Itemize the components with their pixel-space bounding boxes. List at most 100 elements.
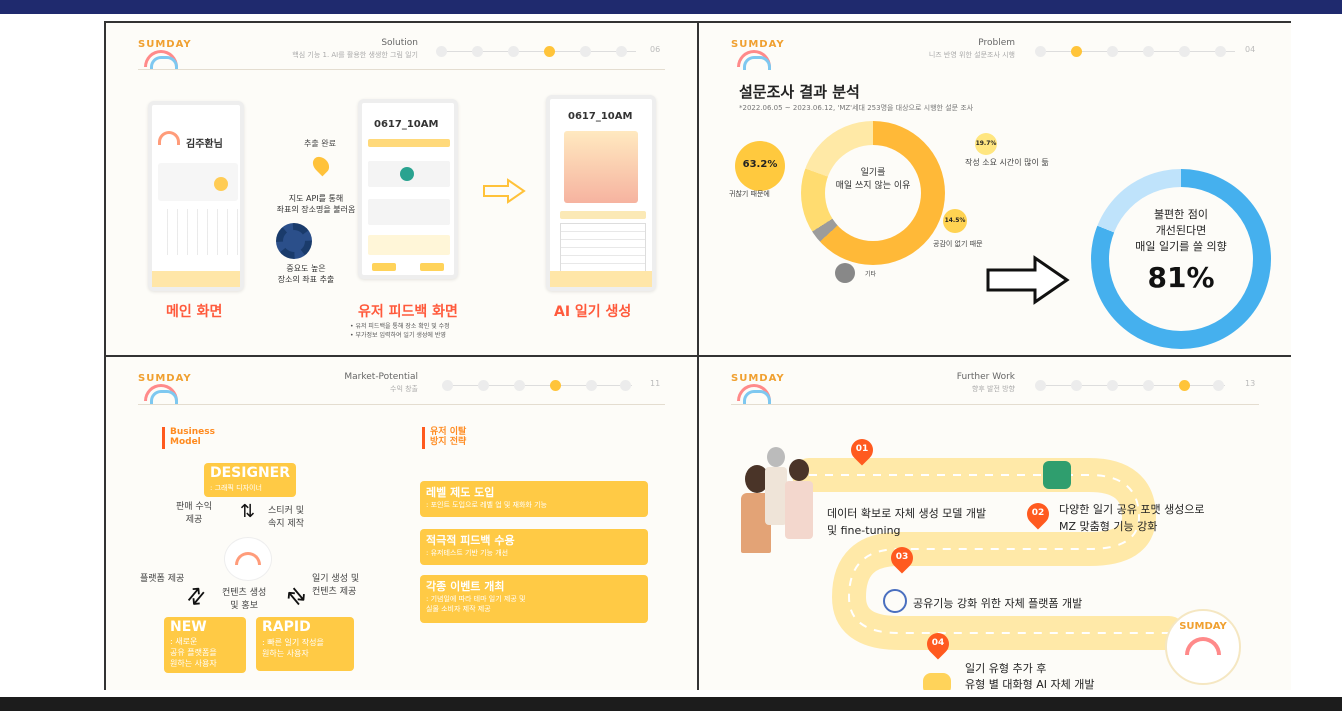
page-number: 04 bbox=[1245, 45, 1256, 54]
slide-problem[interactable]: SUMDAY Problem 니즈 반영 위한 설문조사 시행 04 설문조사 … bbox=[699, 23, 1291, 355]
page-number: 06 bbox=[650, 45, 661, 54]
gear-icon bbox=[276, 223, 312, 259]
user-name: 김주환님 bbox=[186, 139, 223, 150]
sumday-badge: SUMDAY bbox=[1165, 609, 1241, 685]
rainbow-icon bbox=[737, 50, 771, 70]
strategy-item: 레벨 제도 도입 : 포인트 도입으로 레벨 업 및 재화화 기능 bbox=[420, 481, 648, 517]
phone-main-screen: 김주환님 bbox=[148, 101, 244, 291]
pct-bubble-other bbox=[835, 263, 855, 283]
play-icon[interactable] bbox=[214, 177, 228, 191]
caption-ai: AI 일기 생성 bbox=[554, 304, 632, 320]
pct-bubble-19: 19.7% bbox=[975, 133, 997, 155]
map-api-label: 지도 API를 통해 좌표의 장소명을 불러옴 bbox=[276, 194, 356, 214]
step-1-text: 데이터 확보로 자체 생성 모델 개발 및 fine-tuning bbox=[827, 507, 987, 537]
up-down-arrows-icon: ⇅ bbox=[240, 501, 256, 522]
diagonal-arrows-left-icon: ⇅ bbox=[180, 581, 211, 614]
sumday-logo: SUMDAY bbox=[731, 39, 784, 70]
strategy-item: 각종 이벤트 개최 : 기념일에 따라 테마 일기 제공 및 실물 소비자 제작… bbox=[420, 575, 648, 623]
progress-dots bbox=[1035, 44, 1235, 58]
right-arrow-icon bbox=[483, 178, 526, 204]
step-3-text: 공유기능 강화 위한 자체 플랫폼 개발 bbox=[913, 597, 1083, 610]
pct-bubble-14: 14.5% bbox=[943, 209, 967, 233]
rainbow-icon bbox=[144, 384, 178, 404]
caption-main: 메인 화면 bbox=[166, 304, 223, 320]
progress-dots bbox=[436, 44, 636, 58]
window-top-bar bbox=[0, 0, 1342, 14]
platform-fee-label: 플랫폼 제공 bbox=[140, 574, 185, 584]
feedback-bullet-1: • 유저 피드백을 통해 장소 확인 및 수정 bbox=[350, 323, 450, 330]
divider bbox=[138, 404, 665, 405]
share-icons bbox=[1043, 461, 1071, 489]
reasons-donut-chart: 일기를 매일 쓰지 않는 이유 bbox=[801, 121, 945, 265]
strategy-item: 적극적 피드백 수용 : 유저테스트 기반 기능 개선 bbox=[420, 529, 648, 565]
people-illustration bbox=[737, 447, 817, 573]
logo-text: SUMDAY bbox=[731, 39, 785, 50]
reason-3-label: 공감이 없기 때문 bbox=[933, 240, 983, 248]
diary-text bbox=[560, 223, 646, 273]
sumday-center-logo bbox=[224, 537, 272, 581]
step-number: 04 bbox=[931, 638, 945, 648]
next-button[interactable] bbox=[420, 263, 444, 271]
caption-feedback: 유저 피드백 화면 bbox=[358, 304, 458, 320]
reason-1-label: 귀찮기 때문에 bbox=[729, 190, 770, 198]
strategy-label: 유저 이탈 방지 전략 bbox=[430, 427, 467, 447]
designer-box: DESIGNER : 그래픽 디자이너 bbox=[204, 463, 296, 497]
os-taskbar bbox=[0, 697, 1342, 711]
rapid-user-box: RAPID : 빠른 일기 작성을 원하는 사용자 bbox=[256, 617, 354, 671]
slide-subtitle: 수익 창출 bbox=[390, 385, 418, 393]
rainbow-icon bbox=[158, 131, 180, 145]
chatbot-icon bbox=[923, 673, 951, 690]
section-heading: 설문조사 결과 분석 bbox=[739, 83, 860, 101]
slide-subtitle: 핵심 기능 1. AI를 활용한 생생한 그림 일기 bbox=[292, 51, 418, 59]
donut-center-label: 일기를 매일 쓰지 않는 이유 bbox=[835, 168, 911, 191]
ai-illustration bbox=[564, 131, 638, 203]
logo-text: SUMDAY bbox=[138, 39, 192, 50]
pct-bubble-63: 63.2% bbox=[735, 141, 785, 191]
divider bbox=[138, 69, 665, 70]
reason-4-label: 기타 bbox=[865, 271, 877, 278]
ring-label: 불편한 점이 개선된다면 매일 일기를 쓸 의향 bbox=[1135, 208, 1227, 253]
extract-done-label: 추출 완료 bbox=[304, 139, 336, 148]
bottom-toolbar bbox=[550, 271, 652, 287]
step-number: 01 bbox=[855, 444, 869, 454]
social-icons bbox=[883, 589, 907, 613]
survey-note: *2022.06.05 ~ 2023.06.12, 'MZ'세대 253명을 대… bbox=[739, 104, 974, 112]
phone-ai-diary-screen: 0617_10AM bbox=[546, 95, 656, 291]
phone-time: 0617_10AM bbox=[374, 119, 439, 130]
logo-text: SUMDAY bbox=[138, 373, 192, 384]
sumday-logo: SUMDAY bbox=[138, 373, 191, 404]
business-model-label: Business Model bbox=[170, 427, 215, 447]
phone-feedback-screen: 0617_10AM bbox=[358, 99, 458, 279]
diagonal-arrows-right-icon: ⇅ bbox=[282, 581, 313, 614]
slide-grid: SUMDAY Solution 핵심 기능 1. AI를 활용한 생생한 그림 … bbox=[104, 21, 1291, 690]
slide-title: Market-Potential bbox=[344, 372, 418, 382]
location-pin-icon bbox=[309, 153, 333, 177]
step-4-text: 일기 유형 추가 후 유형 별 대화형 AI 자체 개발 bbox=[965, 662, 1095, 690]
sales-fee-label: 판매 수익 제공 bbox=[176, 502, 212, 525]
slide-title: Solution bbox=[381, 38, 418, 48]
slide-title: Problem bbox=[978, 38, 1015, 48]
selected-option-icon[interactable] bbox=[400, 167, 414, 181]
slide-solution[interactable]: SUMDAY Solution 핵심 기능 1. AI를 활용한 생생한 그림 … bbox=[106, 23, 697, 355]
content-promo-label: 컨텐츠 생성 및 홍보 bbox=[222, 588, 267, 611]
progress-dots bbox=[442, 378, 632, 392]
sumday-logo: SUMDAY bbox=[138, 39, 191, 70]
slide-further-work[interactable]: SUMDAY Further Work 향후 발전 방향 13 01 데이터 확… bbox=[699, 357, 1291, 690]
willingness-ring-chart: 불편한 점이 개선된다면 매일 일기를 쓸 의향 81% bbox=[1091, 169, 1271, 349]
diary-content-label: 일기 생성 및 컨텐츠 제공 bbox=[312, 574, 360, 597]
prev-button[interactable] bbox=[372, 263, 396, 271]
page-number: 11 bbox=[650, 379, 661, 388]
step-number: 02 bbox=[1031, 508, 1045, 518]
bottom-nav bbox=[152, 271, 240, 287]
ring-value: 81% bbox=[1147, 261, 1215, 294]
big-right-arrow-icon bbox=[986, 255, 1070, 305]
slide-subtitle: 니즈 반영 위한 설문조사 시행 bbox=[928, 51, 1015, 59]
rainbow-icon bbox=[144, 50, 178, 70]
new-user-box: NEW : 새로운 공유 플랫폼을 원하는 사용자 bbox=[164, 617, 246, 673]
reason-2-label: 작성 소요 시간이 많이 듦 bbox=[965, 158, 1049, 167]
coords-label: 중요도 높은 장소의 좌표 추출 bbox=[277, 264, 335, 284]
step-2-text: 다양한 일기 공유 포맷 생성으로 MZ 맞춤형 기능 강화 bbox=[1059, 503, 1205, 533]
calendar-grid bbox=[158, 209, 238, 255]
step-number: 03 bbox=[895, 552, 909, 562]
slide-market-potential[interactable]: SUMDAY Market-Potential 수익 창출 11 Busines… bbox=[106, 357, 697, 690]
